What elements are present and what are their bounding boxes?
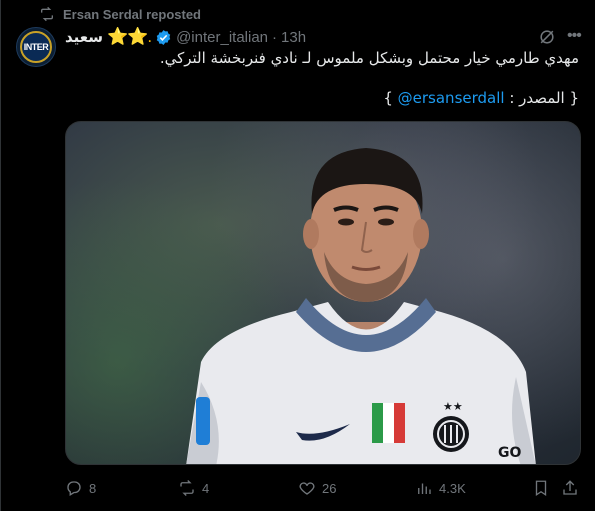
bookmark-icon — [535, 480, 547, 497]
verified-badge-icon — [156, 29, 171, 45]
grok-icon[interactable] — [537, 27, 557, 47]
tweet-card[interactable]: Ersan Serdal reposted INTER سعيد ⭐⭐. @in… — [0, 0, 595, 511]
inter-logo-icon: INTER — [20, 31, 52, 63]
reply-button[interactable]: 8 — [65, 476, 96, 500]
avatar-logo-text: INTER — [23, 42, 49, 52]
share-button[interactable] — [561, 476, 579, 500]
tweet-text: مهدي طارمي خيار محتمل وبشكل ملموس لـ ناد… — [159, 49, 579, 67]
share-icon — [563, 480, 577, 495]
reply-count: 8 — [89, 480, 97, 496]
source-prefix: { المصدر : — [504, 89, 579, 107]
views-button[interactable]: 4.3K — [415, 476, 466, 500]
tweet-header: سعيد ⭐⭐. @inter_italian · 13h — [65, 27, 306, 47]
author-handle[interactable]: @inter_italian — [176, 29, 268, 46]
source-suffix: } — [383, 89, 398, 107]
more-options-icon[interactable]: ••• — [567, 27, 587, 47]
repost-label: Ersan Serdal reposted — [63, 6, 201, 22]
tweet-actions-bar: 8 4 26 4.3K — [65, 476, 585, 500]
tweet-timestamp[interactable]: 13h — [281, 29, 306, 46]
bookmark-button[interactable] — [532, 476, 550, 500]
repost-count: 4 — [202, 480, 210, 496]
views-count: 4.3K — [439, 480, 466, 496]
player-photo: ★★ GO — [186, 148, 536, 464]
heart-icon — [299, 482, 315, 495]
header-separator: · — [272, 28, 278, 46]
views-chart-icon — [418, 483, 431, 494]
reply-icon — [67, 481, 81, 496]
like-button[interactable]: 26 — [298, 476, 336, 500]
svg-text:GO: GO — [498, 445, 521, 461]
display-name[interactable]: سعيد — [65, 28, 103, 46]
avatar[interactable]: INTER — [16, 27, 56, 67]
star-emojis: ⭐⭐. — [107, 27, 152, 46]
svg-text:★★: ★★ — [443, 400, 463, 413]
repost-button[interactable]: 4 — [178, 476, 209, 500]
repost-action-icon — [180, 480, 194, 496]
repost-icon — [41, 6, 53, 22]
repost-indicator[interactable]: Ersan Serdal reposted — [39, 5, 201, 23]
source-mention-link[interactable]: @ersanserdall — [398, 89, 505, 107]
like-count: 26 — [322, 480, 337, 496]
tweet-media-image[interactable]: ★★ GO — [65, 121, 581, 465]
tweet-source: { المصدر : @ersanserdall } — [59, 88, 579, 108]
